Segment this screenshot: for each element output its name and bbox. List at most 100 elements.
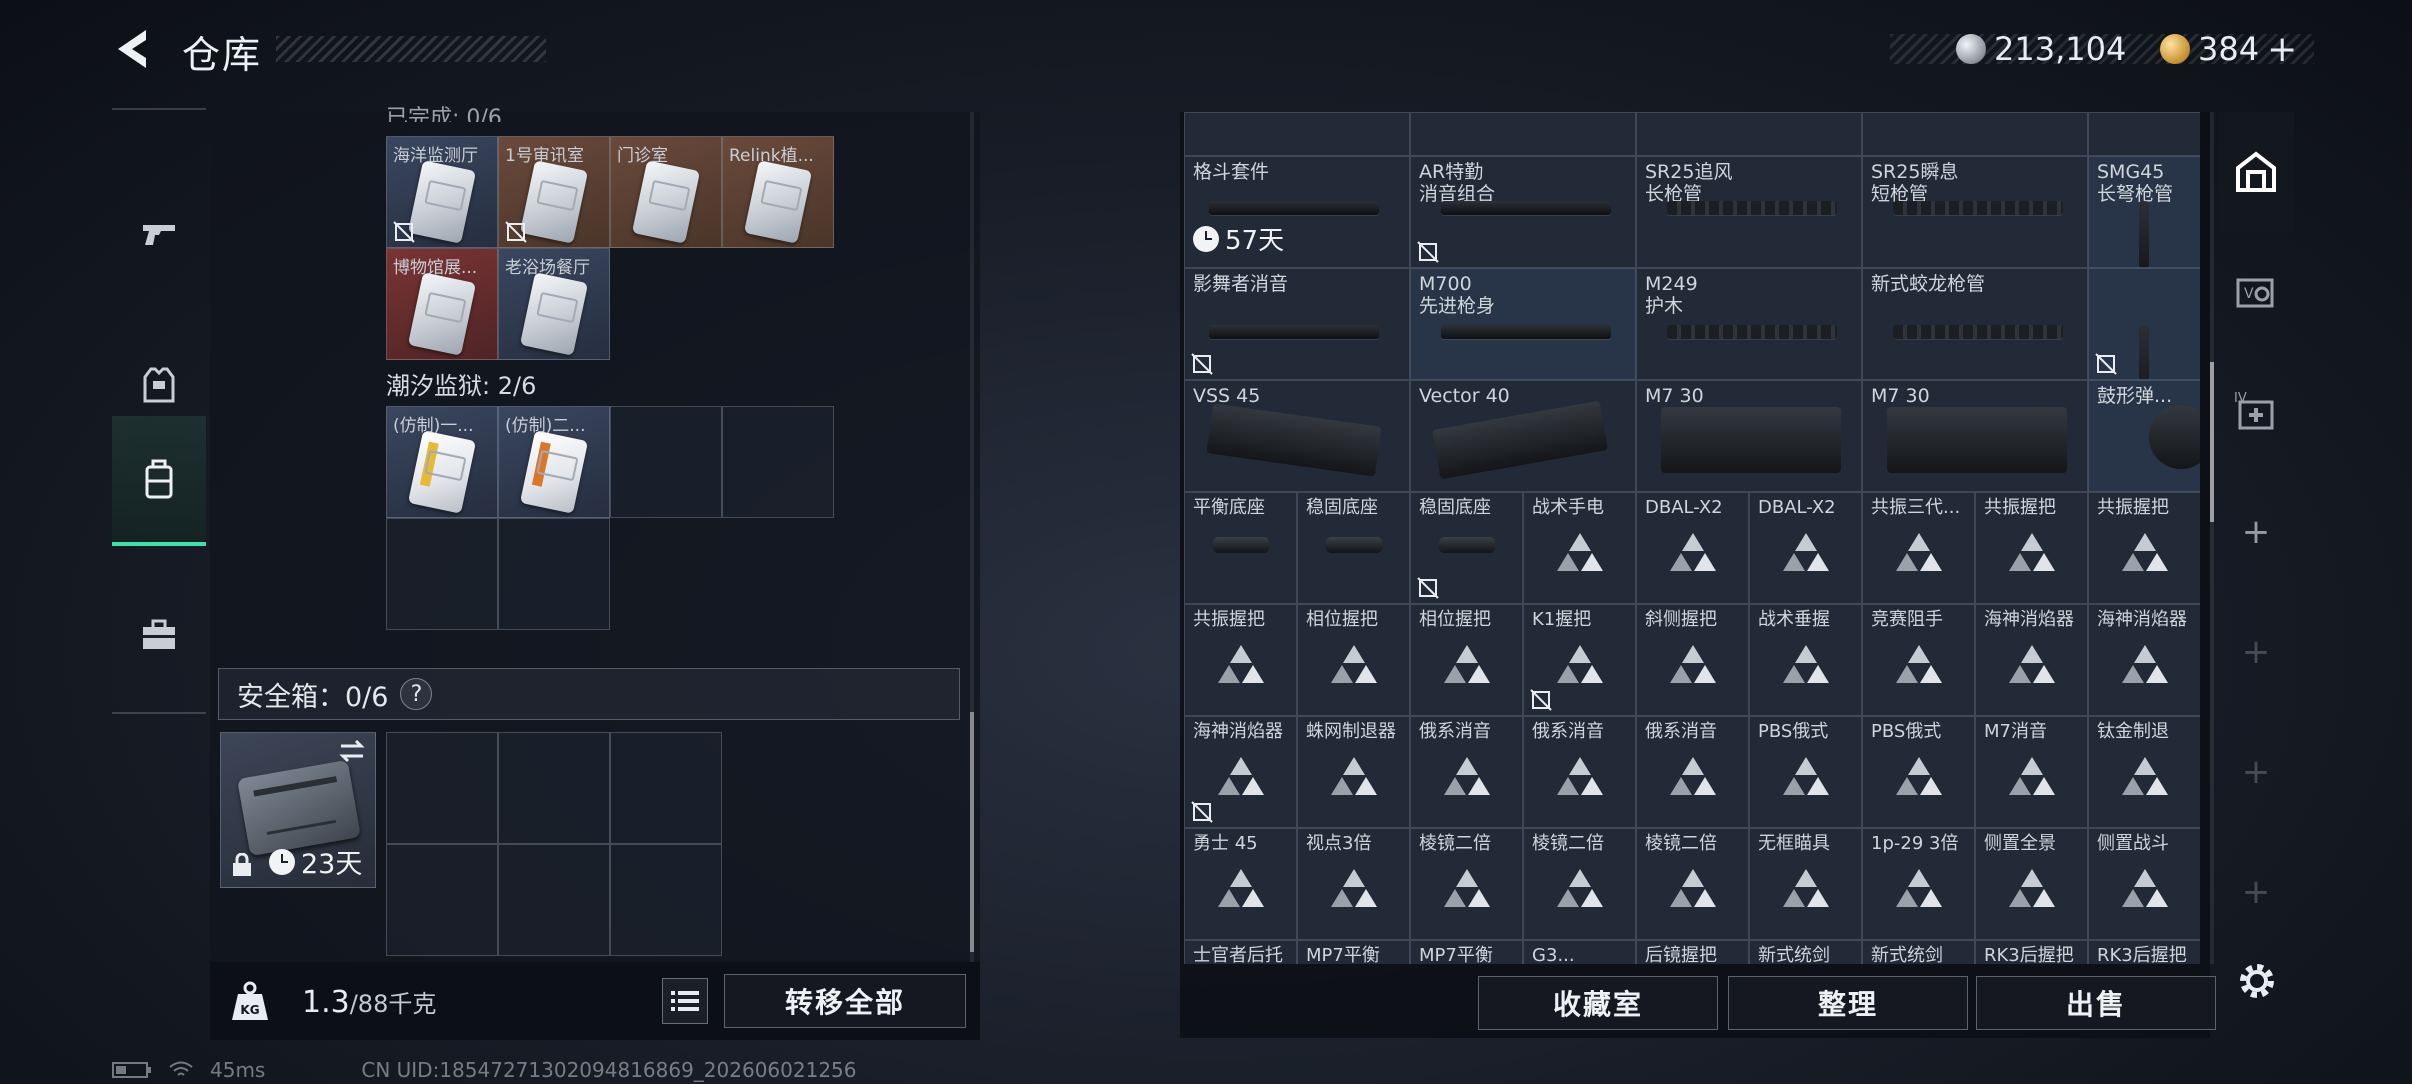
inventory-item[interactable]: K1握把 [1523, 604, 1636, 716]
inventory-item[interactable]: 格斗套件 57天 [1184, 156, 1410, 268]
keycard-slot[interactable]: 1号审讯室 [498, 136, 610, 248]
inventory-item[interactable]: RK3后握把 [2088, 940, 2200, 964]
keycard-slot[interactable]: 门诊室 [610, 136, 722, 248]
inventory-item[interactable]: 海神消焰器 [1975, 604, 2088, 716]
inventory-item[interactable]: 共振三代... [1862, 492, 1975, 604]
inventory-scrollbar[interactable] [2210, 112, 2214, 964]
keycard-slot[interactable]: 博物馆展... [386, 248, 498, 360]
storage-tab-v[interactable]: V [2218, 232, 2294, 352]
inventory-item[interactable]: 棱镜二倍 [1636, 828, 1749, 940]
safe-box-slot[interactable] [498, 732, 610, 844]
inventory-item[interactable]: M249 护木 [1636, 268, 1862, 380]
inventory-item[interactable]: 战术垂握 [1749, 604, 1862, 716]
safe-box-slot[interactable] [610, 844, 722, 956]
keycard-slot[interactable] [386, 518, 498, 630]
inventory-item[interactable]: 棱镜二倍 [1410, 828, 1523, 940]
collection-room-button[interactable]: 收藏室 [1478, 976, 1718, 1030]
storage-tab-add-3[interactable]: + [2218, 712, 2294, 832]
inventory-item[interactable]: 共振握把 [1184, 604, 1297, 716]
container-tab[interactable] [112, 416, 206, 546]
inventory-slot[interactable] [1862, 112, 2088, 156]
inventory-item[interactable]: 侧置全景 [1975, 828, 2088, 940]
inventory-item[interactable]: 俄系消音 [1523, 716, 1636, 828]
inventory-item[interactable]: M700 先进枪身 [1410, 268, 1636, 380]
inventory-item[interactable]: 新式蛟龙枪管 [1862, 268, 2088, 380]
back-button[interactable] [112, 26, 158, 72]
storage-tab-add-4[interactable]: + [2218, 832, 2294, 952]
inventory-item[interactable]: 海神消焰器 [2088, 604, 2200, 716]
inventory-item[interactable]: 蛛网制退器 [1297, 716, 1410, 828]
keycard-slot[interactable] [610, 406, 722, 518]
sort-button[interactable]: 整理 [1728, 976, 1968, 1030]
inventory-item[interactable]: 新式统剑 [1749, 940, 1862, 964]
inventory-item[interactable]: 相位握把 [1410, 604, 1523, 716]
inventory-item[interactable]: 共振握把 [2088, 492, 2200, 604]
keycard-slot[interactable] [498, 518, 610, 630]
gold-currency[interactable]: 384 + [2160, 28, 2297, 70]
list-view-button[interactable] [662, 978, 708, 1024]
toolbox-tab[interactable] [112, 570, 206, 700]
inventory-item[interactable]: DBAL-X2 [1636, 492, 1749, 604]
inventory-item[interactable]: M7 30 [1862, 380, 2088, 492]
inventory-item[interactable]: 稳固底座 [1297, 492, 1410, 604]
inventory-item[interactable]: 战术手电 [1523, 492, 1636, 604]
inventory-item[interactable]: 1p-29 3倍 [1862, 828, 1975, 940]
inventory-item[interactable]: DBAL-X2 [1749, 492, 1862, 604]
keycard-slot[interactable] [722, 406, 834, 518]
inventory-item[interactable]: SMG45 长弩枪管 [2088, 156, 2200, 268]
inventory-item[interactable]: 视点3倍 [1297, 828, 1410, 940]
safe-box-slot[interactable] [386, 732, 498, 844]
inventory-item[interactable]: PBS俄式 [1862, 716, 1975, 828]
add-currency-icon[interactable]: + [2267, 29, 2297, 70]
inventory-item[interactable]: SR25瞬息 短枪管 [1862, 156, 2088, 268]
inventory-item[interactable]: MP7平衡 [1410, 940, 1523, 964]
inventory-item[interactable]: M7消音 [1975, 716, 2088, 828]
inventory-item[interactable]: 后镜握把 [1636, 940, 1749, 964]
inventory-item[interactable]: 斜侧握把 [1636, 604, 1749, 716]
inventory-item[interactable]: 侧置战斗 [2088, 828, 2200, 940]
inventory-item[interactable]: 共振握把 [1975, 492, 2088, 604]
inventory-item[interactable]: 平衡底座 [1184, 492, 1297, 604]
safe-box-slot[interactable] [498, 844, 610, 956]
inventory-item[interactable]: AR特勤 消音组合 [1410, 156, 1636, 268]
safe-box-slot[interactable] [610, 732, 722, 844]
inventory-item[interactable]: 海神消焰器 [1184, 716, 1297, 828]
inventory-item[interactable]: 士官者后托 [1184, 940, 1297, 964]
inventory-item[interactable]: M7 30 [1636, 380, 1862, 492]
inventory-item[interactable]: 竞赛阻手 [1862, 604, 1975, 716]
inventory-item[interactable]: PBS俄式 [1749, 716, 1862, 828]
inventory-item[interactable]: 棱镜二倍 [1523, 828, 1636, 940]
inventory-item[interactable]: 新式统剑 [1862, 940, 1975, 964]
inventory-item[interactable]: G3... [1523, 940, 1636, 964]
inventory-item[interactable]: 勇士 45 [1184, 828, 1297, 940]
inventory-item[interactable]: Vector 40 [1410, 380, 1636, 492]
inventory-item[interactable]: VSS 45 [1184, 380, 1410, 492]
storage-tab-expand[interactable]: IV [2218, 352, 2294, 472]
settings-button[interactable] [2232, 956, 2282, 1006]
inventory-slot[interactable] [1410, 112, 1636, 156]
keycard-slot[interactable]: Relink植... [722, 136, 834, 248]
inventory-item[interactable]: 相位握把 [1297, 604, 1410, 716]
storage-tab-main[interactable] [2218, 112, 2294, 232]
inventory-item[interactable]: 鼓形弹... [2088, 380, 2200, 492]
inventory-item[interactable]: 稳固底座 [1410, 492, 1523, 604]
storage-tab-add-2[interactable]: + [2218, 592, 2294, 712]
weapon-tab[interactable] [112, 170, 206, 300]
storage-scrollbar[interactable] [970, 112, 974, 962]
swap-icon[interactable] [337, 739, 367, 763]
help-icon[interactable]: ? [400, 678, 433, 710]
inventory-item[interactable]: RK3后握把 [1975, 940, 2088, 964]
sell-button[interactable]: 出售 [1976, 976, 2216, 1030]
inventory-slot[interactable] [1184, 112, 1410, 156]
inventory-item[interactable]: 俄系消音 [1636, 716, 1749, 828]
inventory-item[interactable]: 影舞者消音 [1184, 268, 1410, 380]
inventory-item[interactable]: 钛金制退 [2088, 716, 2200, 828]
inventory-item[interactable]: 俄系消音 [1410, 716, 1523, 828]
inventory-item[interactable] [2088, 268, 2200, 380]
storage-tab-add-1[interactable]: + [2218, 472, 2294, 592]
keycard-slot[interactable]: (仿制)一... [386, 406, 498, 518]
keycard-slot[interactable]: 海洋监测厅 [386, 136, 498, 248]
inventory-slot[interactable] [1636, 112, 1862, 156]
keycard-slot[interactable]: (仿制)二... [498, 406, 610, 518]
inventory-item[interactable]: SR25追风 长枪管 [1636, 156, 1862, 268]
